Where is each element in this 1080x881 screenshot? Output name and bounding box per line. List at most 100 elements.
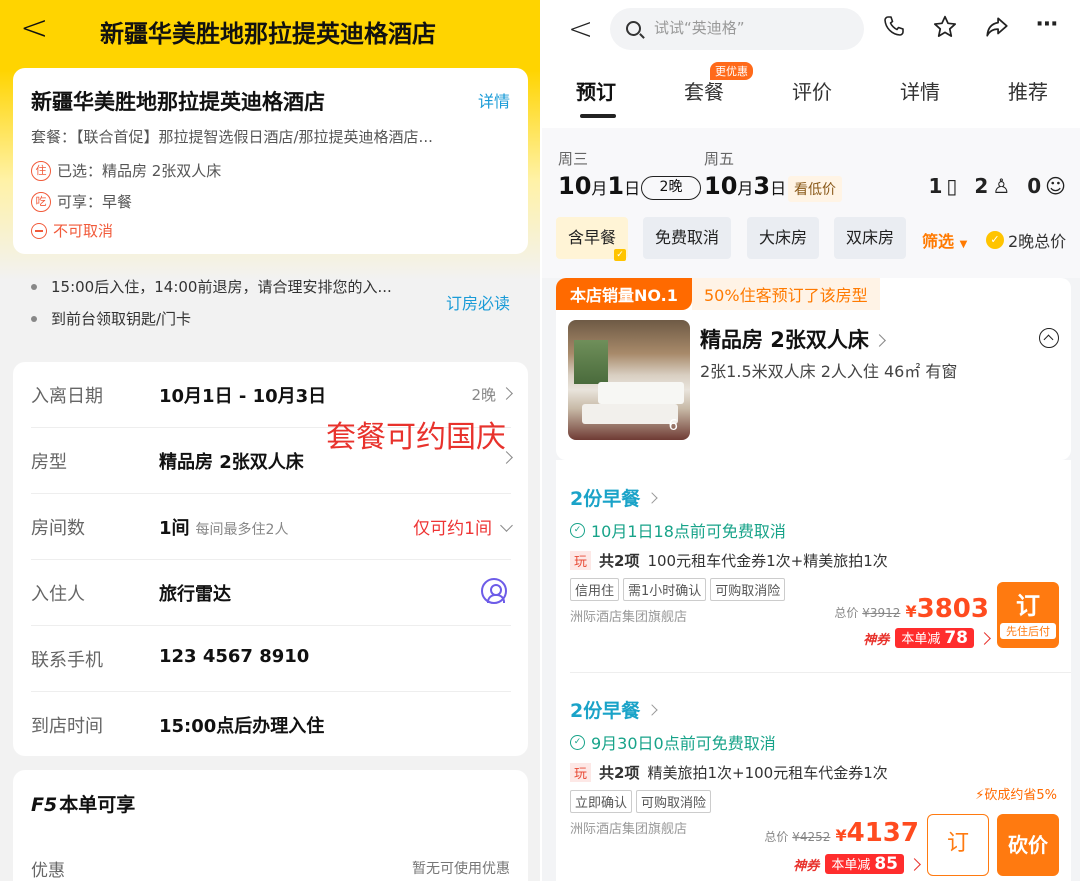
tab-recommend[interactable]: 推荐 bbox=[1008, 76, 1048, 105]
back-button[interactable]: < bbox=[20, 8, 49, 48]
collapse-icon[interactable] bbox=[1039, 328, 1059, 348]
package-description: 套餐：【联合首促】那拉提智选假日酒店/那拉提英迪格酒店... bbox=[31, 128, 433, 146]
current-price: ¥4137 bbox=[835, 818, 919, 848]
room-count-label: 房间数 bbox=[31, 518, 85, 539]
checkin-date[interactable]: 10月1日 bbox=[558, 172, 640, 200]
breakfast-title[interactable]: 2份早餐 bbox=[570, 696, 656, 723]
tip-text: 到前台领取钥匙/门卡 bbox=[51, 310, 192, 328]
book-button[interactable]: 订 先住后付 bbox=[997, 582, 1059, 648]
caret-down-icon: ▼ bbox=[959, 239, 968, 250]
chip: 可购取消险 bbox=[636, 790, 712, 813]
chevron-right-icon bbox=[500, 387, 513, 400]
rooms-count: 1 bbox=[928, 174, 943, 198]
phone-icon[interactable] bbox=[882, 14, 906, 44]
tip-text: 15:00后入住，14:00前退房，请合理安排您的入... bbox=[51, 278, 392, 296]
check-circle-icon: ✓ bbox=[570, 734, 585, 750]
meal-row: 吃 可享：早餐 bbox=[31, 191, 132, 212]
date-filter-bar: 周三 10月1日 2晚 周五 10月3日 看低价 1▯ 2♙ 0☺ 含早餐 免费… bbox=[542, 128, 1080, 278]
package-extras: 玩共2项 100元租车代金券1次+精美旅拍1次 bbox=[570, 550, 888, 571]
bullet-icon bbox=[31, 283, 37, 290]
tab-details[interactable]: 详情 bbox=[900, 76, 940, 105]
room-photo[interactable]: 6 bbox=[568, 320, 690, 440]
free-cancel-notice: ✓ 9月30日0点前可免费取消 bbox=[570, 730, 776, 754]
chip: 立即确认 bbox=[570, 790, 633, 813]
detail-link[interactable]: 详情 bbox=[478, 88, 510, 112]
feature-chips: 信用住 需1小时确认 可购取消险 bbox=[570, 578, 789, 601]
door-icon: ▯ bbox=[946, 174, 958, 198]
rate-plan-card[interactable]: 2份早餐 ✓ 10月1日18点前可免费取消 玩共2项 100元租车代金券1次+精美旅… bbox=[556, 460, 1071, 672]
room-count-row[interactable]: 房间数 1间 每间最多住2人 仅可约1间 bbox=[31, 494, 513, 560]
room-name[interactable]: 精品房 2张双人床 bbox=[700, 324, 886, 354]
phone-row[interactable]: 联系手机 123 4567 8910 bbox=[31, 626, 511, 692]
total-price-toggle[interactable]: ✓ 2晚总价 bbox=[986, 228, 1066, 252]
filter-free-cancel[interactable]: 免费取消 bbox=[643, 217, 732, 259]
filter-king-bed[interactable]: 大床房 bbox=[747, 217, 820, 259]
must-read-link[interactable]: 订房必读 bbox=[446, 290, 510, 314]
overlay-annotation: 套餐可约国庆 bbox=[326, 420, 506, 455]
guest-value[interactable]: 旅行雷达 bbox=[159, 580, 231, 606]
tab-booking[interactable]: 预订 bbox=[576, 76, 616, 105]
tab-package[interactable]: 套餐 bbox=[684, 76, 724, 105]
breakfast-title[interactable]: 2份早餐 bbox=[570, 484, 656, 511]
extras-count: 共2项 bbox=[599, 552, 640, 570]
order-form-panel: < 新疆华美胜地那拉提英迪格酒店 新疆华美胜地那拉提英迪格酒店 详情 套餐：【联… bbox=[0, 0, 540, 881]
low-price-button[interactable]: 看低价 bbox=[788, 176, 842, 202]
photo-count: 6 bbox=[668, 416, 678, 434]
chip: 信用住 bbox=[570, 578, 620, 601]
tip-item: 到前台领取钥匙/门卡 bbox=[31, 308, 191, 329]
check-icon: ✓ bbox=[986, 231, 1004, 249]
stay-icon: 住 bbox=[31, 160, 51, 181]
arrival-row[interactable]: 到店时间 15:00点后办理入住 bbox=[31, 692, 511, 758]
coupon-tag: 神券 本单减 85 bbox=[793, 854, 921, 874]
selected-room-text: 已选：精品房 2张双人床 bbox=[57, 162, 222, 180]
room-type-label: 房型 bbox=[31, 452, 67, 473]
nights-pill: 2晚 bbox=[641, 176, 701, 200]
rate-plan-card[interactable]: 2份早餐 ✓ 9月30日0点前可免费取消 玩共2项 精美旅拍1次+100元租车代金券… bbox=[556, 672, 1071, 881]
room-card[interactable]: 本店销量NO.1 50%住客预订了该房型 6 精品房 2张双人床 2张1.5米双… bbox=[556, 278, 1071, 460]
more-icon[interactable]: ⋯ bbox=[1036, 12, 1058, 37]
filter-twin-bed[interactable]: 双床房 bbox=[834, 217, 907, 259]
play-tag: 玩 bbox=[570, 551, 592, 570]
package-extras: 玩共2项 精美旅拍1次+100元租车代金券1次 bbox=[570, 762, 888, 783]
phone-value[interactable]: 123 4567 8910 bbox=[159, 646, 309, 667]
selected-room-row: 住 已选：精品房 2张双人床 bbox=[31, 160, 221, 181]
share-icon[interactable] bbox=[984, 14, 1010, 46]
divider bbox=[570, 672, 1071, 673]
extras-desc: 100元租车代金券1次+精美旅拍1次 bbox=[647, 552, 888, 570]
occupancy-selector[interactable]: 1 ▯ 2 ♙ 0 ☺ bbox=[918, 174, 1066, 198]
tab-reviews[interactable]: 评价 bbox=[792, 76, 832, 105]
phone-label: 联系手机 bbox=[31, 650, 103, 671]
benefits-card: F5 本单可享 优惠 暂无可使用优惠 bbox=[13, 770, 528, 881]
back-button[interactable]: < bbox=[568, 12, 593, 47]
checkin-weekday: 周三 bbox=[558, 150, 589, 168]
arrival-label: 到店时间 bbox=[31, 716, 103, 737]
star-icon[interactable] bbox=[932, 14, 958, 46]
contact-person-icon[interactable] bbox=[481, 578, 507, 604]
room-capacity-note: 每间最多住2人 bbox=[195, 522, 289, 538]
hotel-summary-card: 新疆华美胜地那拉提英迪格酒店 详情 套餐：【联合首促】那拉提智选假日酒店/那拉提… bbox=[13, 68, 528, 254]
filter-breakfast[interactable]: 含早餐 bbox=[556, 217, 629, 261]
chevron-right-icon bbox=[978, 631, 991, 645]
no-cancel-notice: 不可取消 bbox=[31, 220, 113, 241]
booked-percent-badge: 50%住客预订了该房型 bbox=[692, 278, 880, 310]
search-box[interactable] bbox=[610, 8, 864, 50]
room-limit-notice[interactable]: 仅可约1间 bbox=[413, 514, 513, 539]
checkout-date[interactable]: 10月3日 bbox=[704, 172, 786, 200]
bargain-button[interactable]: 砍价 bbox=[997, 814, 1059, 876]
chip: 可购取消险 bbox=[710, 578, 786, 601]
filter-button[interactable]: 筛选 ▼ bbox=[922, 228, 967, 252]
bed-shape bbox=[582, 404, 678, 424]
adult-icon: ♙ bbox=[992, 174, 1011, 198]
booking-tips: 15:00后入住，14:00前退房，请合理安排您的入... 到前台领取钥匙/门卡… bbox=[13, 262, 528, 352]
chevron-down-icon bbox=[500, 519, 513, 532]
meal-icon: 吃 bbox=[31, 191, 51, 212]
active-tab-indicator bbox=[580, 114, 616, 118]
discount-value[interactable]: 暂无可使用优惠 bbox=[412, 858, 510, 878]
search-input[interactable] bbox=[654, 14, 854, 42]
top-bar: < ⋯ 预订 更优惠 套餐 评价 详情 推荐 bbox=[542, 0, 1080, 128]
order-header: < 新疆华美胜地那拉提英迪格酒店 bbox=[0, 0, 540, 60]
date-value: 10月1日 - 10月3日 bbox=[159, 386, 327, 407]
room-type-value: 精品房 2张双人床 bbox=[159, 452, 304, 473]
book-button[interactable]: 订 bbox=[927, 814, 989, 876]
guest-row[interactable]: 入住人 旅行雷达 bbox=[31, 560, 511, 626]
